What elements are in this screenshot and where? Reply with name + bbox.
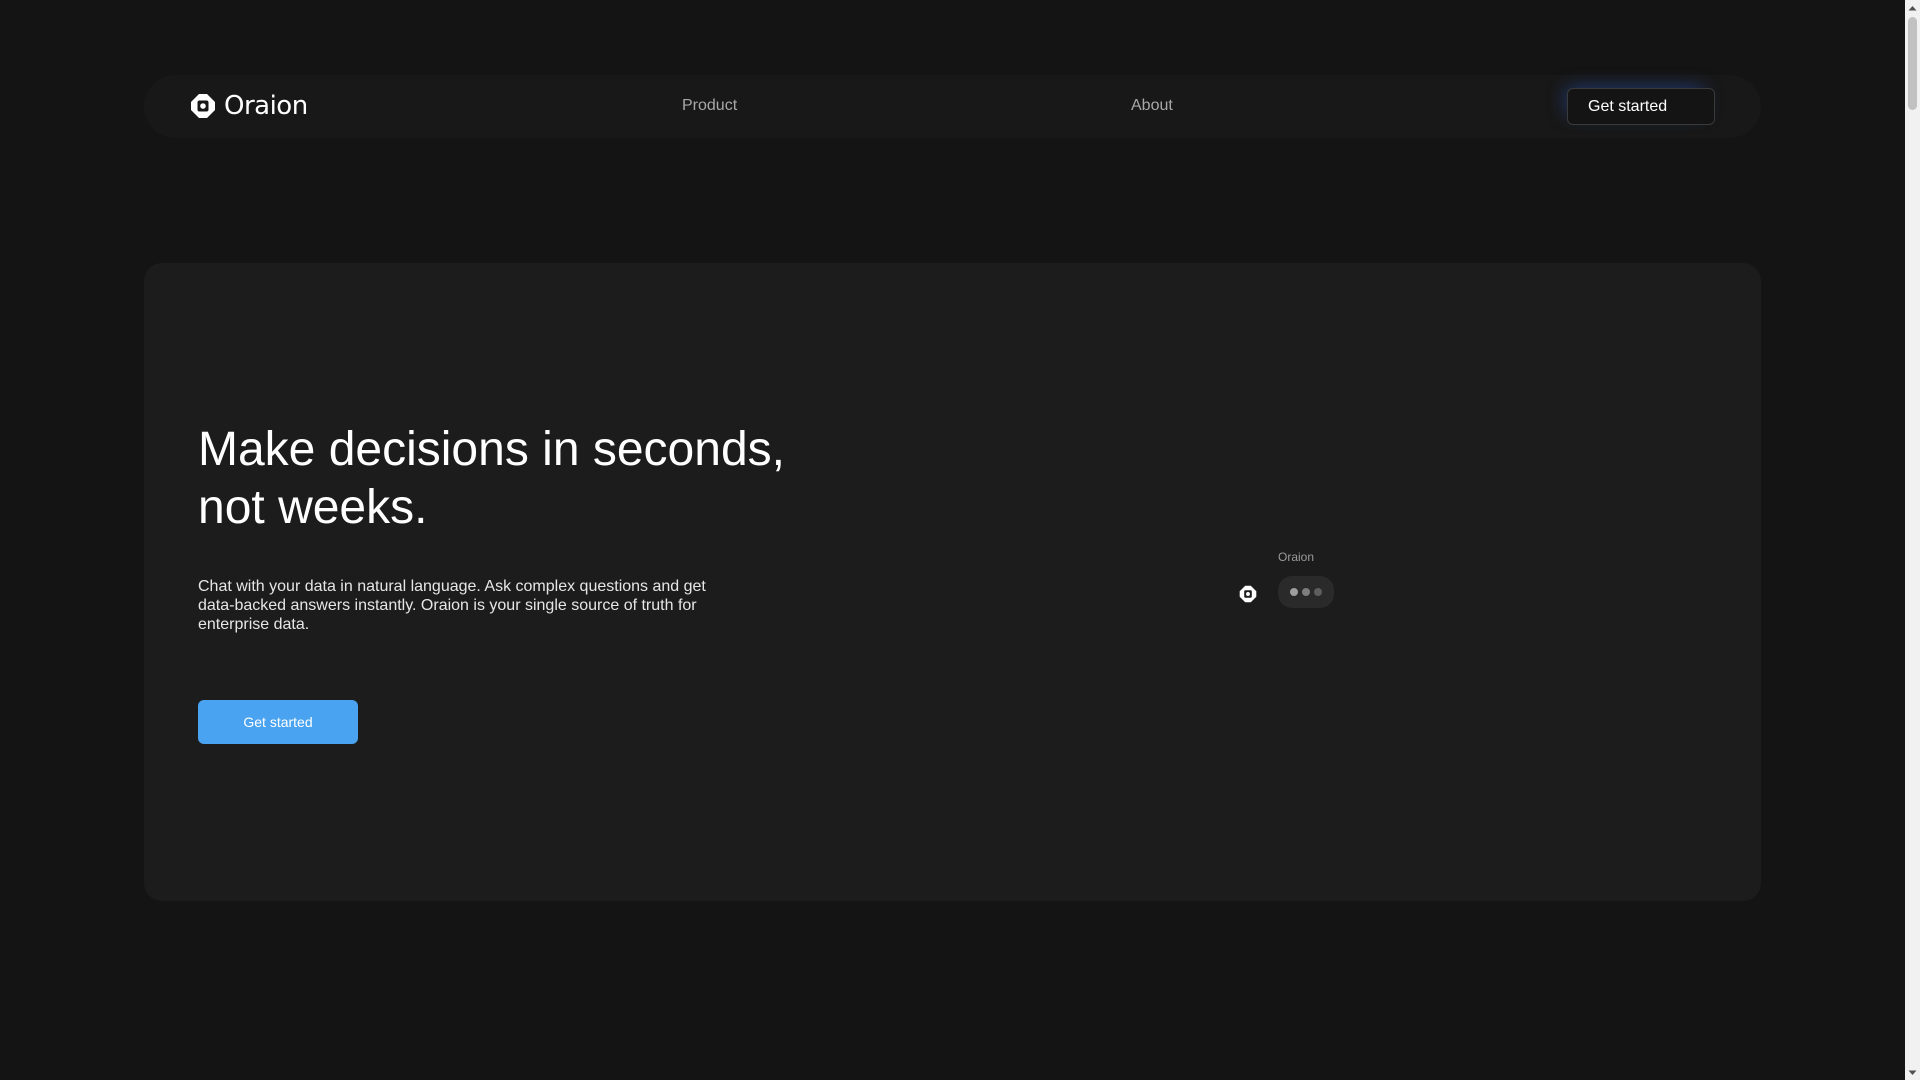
scrollbar-thumb[interactable] — [1908, 17, 1917, 110]
page: Oraion Product About Get started Make de… — [0, 0, 1905, 1080]
chevron-down-icon[interactable] — [1905, 1065, 1920, 1080]
hero-title-line-1: Make decisions in seconds, — [198, 423, 785, 476]
hero-description: Chat with your data in natural language.… — [198, 578, 706, 633]
hero-title: Make decisions in seconds, not weeks. — [198, 421, 838, 537]
oraion-logo-icon — [191, 94, 215, 118]
chevron-up-icon[interactable] — [1905, 0, 1920, 15]
chat-preview: Oraion — [1239, 550, 1359, 620]
hero-card: Make decisions in seconds, not weeks. Ch… — [144, 263, 1761, 901]
hero-get-started-button[interactable]: Get started — [198, 700, 358, 744]
site-header: Oraion Product About Get started — [144, 75, 1761, 138]
nav-link-product[interactable]: Product — [682, 97, 737, 115]
brand-name: Oraion — [224, 91, 308, 121]
nav-link-about[interactable]: About — [1131, 97, 1173, 115]
header-get-started-button[interactable]: Get started — [1567, 88, 1715, 125]
vertical-scrollbar[interactable] — [1905, 0, 1920, 1080]
typing-dot — [1290, 588, 1298, 596]
typing-dot — [1314, 588, 1322, 596]
chat-sender-name: Oraion — [1278, 550, 1315, 564]
hero-title-line-2: not weeks. — [198, 481, 428, 534]
typing-dot — [1302, 588, 1310, 596]
typing-indicator — [1278, 576, 1334, 608]
oraion-avatar-icon — [1239, 585, 1257, 603]
brand-logo-link[interactable]: Oraion — [190, 93, 308, 119]
